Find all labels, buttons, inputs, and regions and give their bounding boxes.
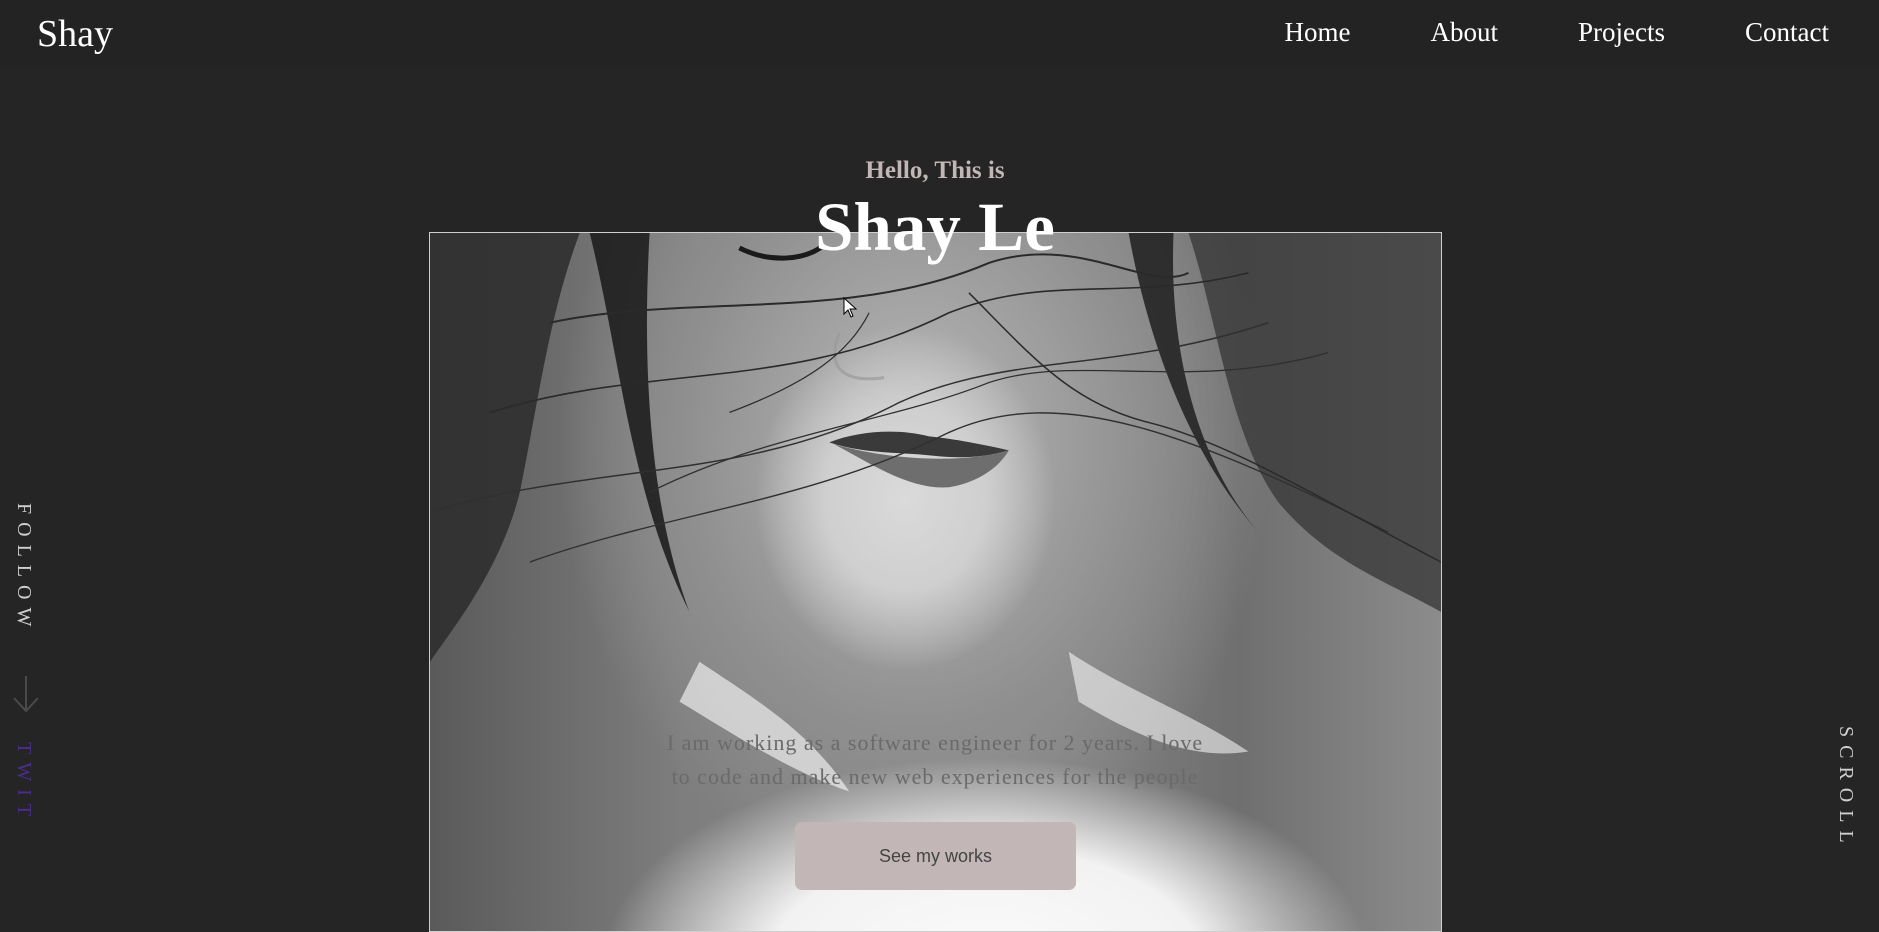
nav-link-projects[interactable]: Projects bbox=[1578, 17, 1665, 48]
mouse-cursor-icon bbox=[843, 297, 858, 318]
nav-link-about[interactable]: About bbox=[1431, 17, 1499, 48]
intro-line-1: I am working as a software engineer for … bbox=[666, 730, 1204, 755]
nav-link-home[interactable]: Home bbox=[1285, 17, 1351, 48]
social-link-twitter[interactable]: TWIT bbox=[12, 742, 35, 824]
scroll-indicator: SCROLL bbox=[1835, 726, 1857, 851]
navbar: Shay Home About Projects Contact bbox=[0, 0, 1879, 69]
see-my-works-button[interactable]: See my works bbox=[795, 822, 1076, 890]
hero-greeting: Hello, This is bbox=[865, 157, 1005, 184]
nav-link-contact[interactable]: Contact bbox=[1745, 17, 1829, 48]
arrow-down-icon bbox=[13, 676, 39, 713]
follow-label: FOLLOW bbox=[13, 503, 35, 635]
intro-line-2: to code and make new web experiences for… bbox=[671, 764, 1199, 789]
hero-name: Shay Le bbox=[815, 189, 1055, 265]
nav-links: Home About Projects Contact bbox=[1285, 17, 1829, 48]
brand-logo[interactable]: Shay bbox=[37, 12, 113, 56]
hero-intro-text: I am working as a software engineer for … bbox=[640, 726, 1230, 794]
